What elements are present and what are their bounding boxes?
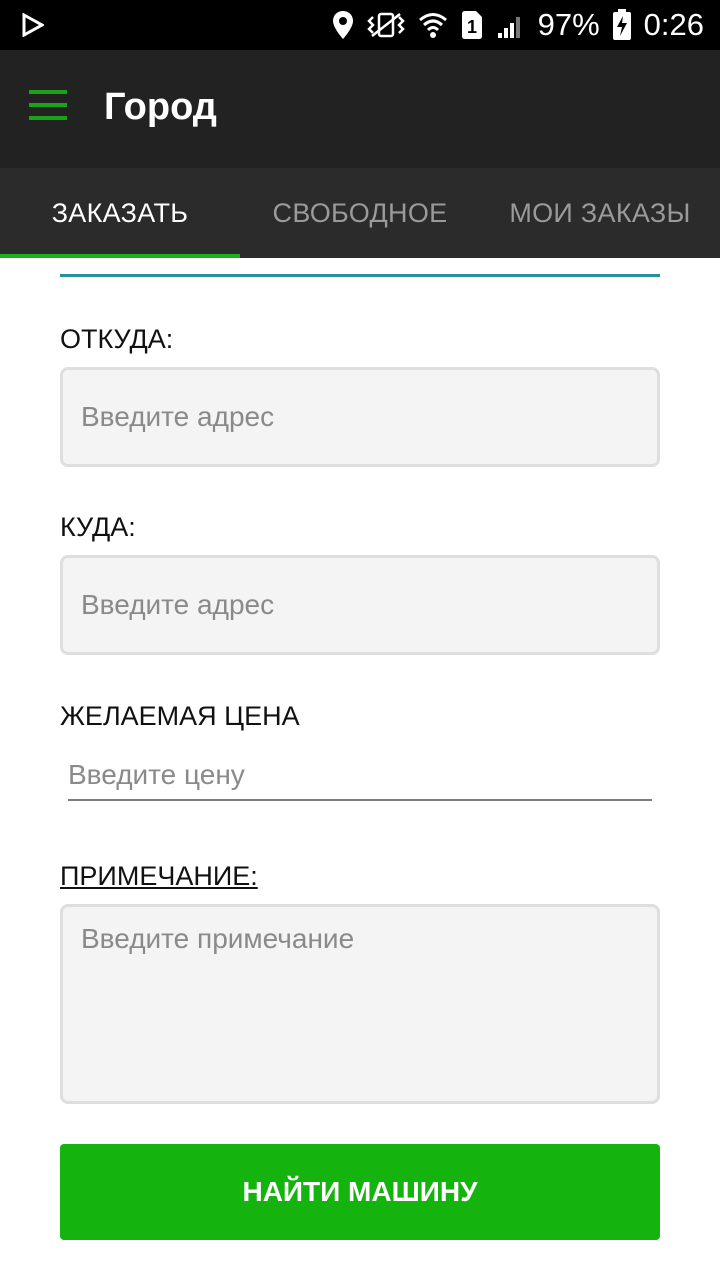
note-label: ПРИМЕЧАНИЕ: [60,861,258,891]
to-label: КУДА: [60,512,136,542]
note-textarea[interactable] [60,904,660,1104]
battery-charging-icon [612,9,631,40]
vibrate-icon [366,12,405,38]
find-car-button[interactable]: НАЙТИ МАШИНУ [60,1144,660,1240]
battery-percentage: 97% [537,7,600,42]
play-icon [22,13,44,37]
divider [60,274,660,277]
clock: 0:26 [643,7,704,42]
app-toolbar: Город [0,50,720,168]
status-bar: 1 97% 0:26 [0,0,720,50]
hamburger-menu-icon[interactable] [29,90,67,120]
location-icon [332,11,353,39]
tab-my-orders[interactable]: МОИ ЗАКАЗЫ [480,168,720,258]
sim-icon: 1 [461,11,482,39]
wifi-icon [418,13,447,38]
tab-free[interactable]: СВОБОДНОЕ [240,168,480,258]
signal-icon [497,17,520,38]
to-address-input[interactable] [60,555,660,655]
from-address-input[interactable] [60,367,660,467]
tab-bar: ЗАКАЗАТЬ СВОБОДНОЕ МОИ ЗАКАЗЫ [0,168,720,258]
status-icons: 1 97% 0:26 [332,0,704,50]
tab-order[interactable]: ЗАКАЗАТЬ [0,168,240,258]
price-input[interactable] [68,751,652,801]
price-label: ЖЕЛАЕМАЯ ЦЕНА [60,701,300,731]
order-form: ОТКУДА: КУДА: ЖЕЛАЕМАЯ ЦЕНА ПРИМЕЧАНИЕ: … [0,258,720,1280]
svg-text:1: 1 [467,17,477,37]
from-label: ОТКУДА: [60,324,174,354]
app-title: Город [104,86,217,128]
